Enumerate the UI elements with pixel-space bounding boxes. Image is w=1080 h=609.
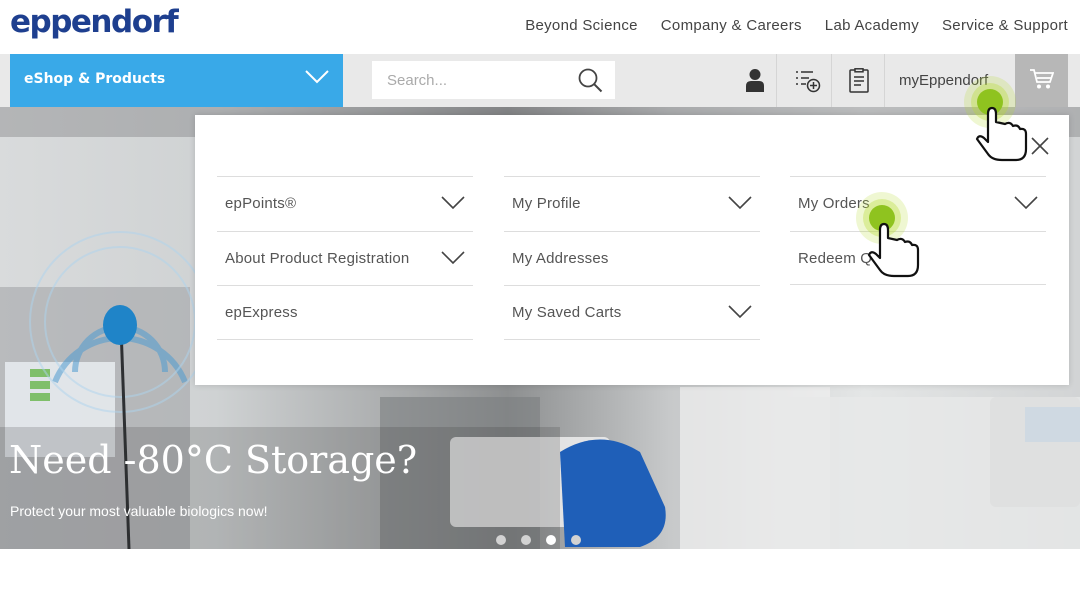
hero-subtext: Protect your most valuable biologics now… bbox=[10, 503, 268, 519]
menu-item-epexpress[interactable]: epExpress bbox=[217, 285, 473, 340]
divider bbox=[884, 54, 885, 107]
chevron-down-icon[interactable] bbox=[441, 250, 465, 265]
menu-item-label: Redeem Qu bbox=[798, 249, 881, 267]
clipboard-icon[interactable] bbox=[849, 68, 869, 93]
chevron-down-icon[interactable] bbox=[728, 196, 752, 210]
nav-link-beyond-science[interactable]: Beyond Science bbox=[525, 17, 638, 34]
menu-item-my-orders[interactable]: My Orders bbox=[790, 176, 1046, 231]
search-input[interactable] bbox=[372, 61, 572, 99]
menu-item-label: epPoints® bbox=[225, 195, 297, 212]
menu-item-label: My Saved Carts bbox=[512, 304, 622, 321]
eshop-products-label: eShop & Products bbox=[24, 71, 166, 87]
user-icon[interactable] bbox=[745, 68, 765, 92]
chevron-down-icon[interactable] bbox=[1014, 196, 1038, 210]
dropdown-column-3: My Orders Redeem Qu bbox=[790, 176, 1046, 285]
search-box bbox=[372, 61, 615, 99]
menu-item-eppoints[interactable]: epPoints® bbox=[217, 176, 473, 231]
carousel-dot[interactable] bbox=[521, 535, 531, 545]
menu-item-my-profile[interactable]: My Profile bbox=[504, 176, 760, 231]
menu-item-label: About Product Registration bbox=[225, 249, 410, 267]
carousel-dot-active[interactable] bbox=[546, 535, 556, 545]
hero-headline: Need -80°C Storage? bbox=[9, 438, 418, 482]
main-nav-bar: eShop & Products Search... myEppendorf bbox=[0, 54, 1080, 107]
menu-item-redeem-quote[interactable]: Redeem Qu bbox=[790, 230, 1046, 285]
carousel-dots bbox=[496, 535, 581, 545]
menu-item-label: epExpress bbox=[225, 304, 298, 321]
menu-item-my-addresses[interactable]: My Addresses bbox=[504, 230, 760, 286]
menu-item-label: My Profile bbox=[512, 195, 581, 212]
menu-item-label: My Orders bbox=[798, 195, 870, 212]
divider bbox=[831, 54, 832, 107]
carousel-dot[interactable] bbox=[496, 535, 506, 545]
my-eppendorf-dropdown: epPoints® About Product Registration epE… bbox=[195, 115, 1069, 385]
list-add-icon[interactable] bbox=[795, 69, 821, 93]
divider bbox=[776, 54, 777, 107]
top-bar: eppendorf Beyond Science Company & Caree… bbox=[0, 0, 1080, 54]
eshop-products-button[interactable]: eShop & Products bbox=[10, 54, 343, 107]
top-nav: Beyond Science Company & Careers Lab Aca… bbox=[525, 17, 1068, 34]
cart-button[interactable] bbox=[1015, 54, 1068, 107]
my-eppendorf-link[interactable]: myEppendorf bbox=[899, 72, 988, 89]
search-icon[interactable] bbox=[578, 68, 603, 93]
menu-item-my-saved-carts[interactable]: My Saved Carts bbox=[504, 285, 760, 340]
chevron-down-icon[interactable] bbox=[441, 196, 465, 210]
chevron-down-icon[interactable] bbox=[728, 305, 752, 319]
eppendorf-logo[interactable]: eppendorf bbox=[10, 4, 179, 40]
cart-icon bbox=[1030, 69, 1054, 89]
carousel-dot[interactable] bbox=[571, 535, 581, 545]
nav-link-lab-academy[interactable]: Lab Academy bbox=[825, 17, 919, 34]
dropdown-column-2: My Profile My Addresses My Saved Carts bbox=[504, 176, 760, 340]
chevron-down-icon bbox=[305, 70, 329, 84]
menu-item-about-product-registration[interactable]: About Product Registration bbox=[217, 230, 473, 286]
nav-link-company-careers[interactable]: Company & Careers bbox=[661, 17, 802, 34]
close-icon[interactable] bbox=[1030, 136, 1050, 156]
menu-item-label: My Addresses bbox=[512, 249, 609, 267]
nav-link-service-support[interactable]: Service & Support bbox=[942, 17, 1068, 34]
dropdown-column-1: epPoints® About Product Registration epE… bbox=[217, 176, 473, 340]
